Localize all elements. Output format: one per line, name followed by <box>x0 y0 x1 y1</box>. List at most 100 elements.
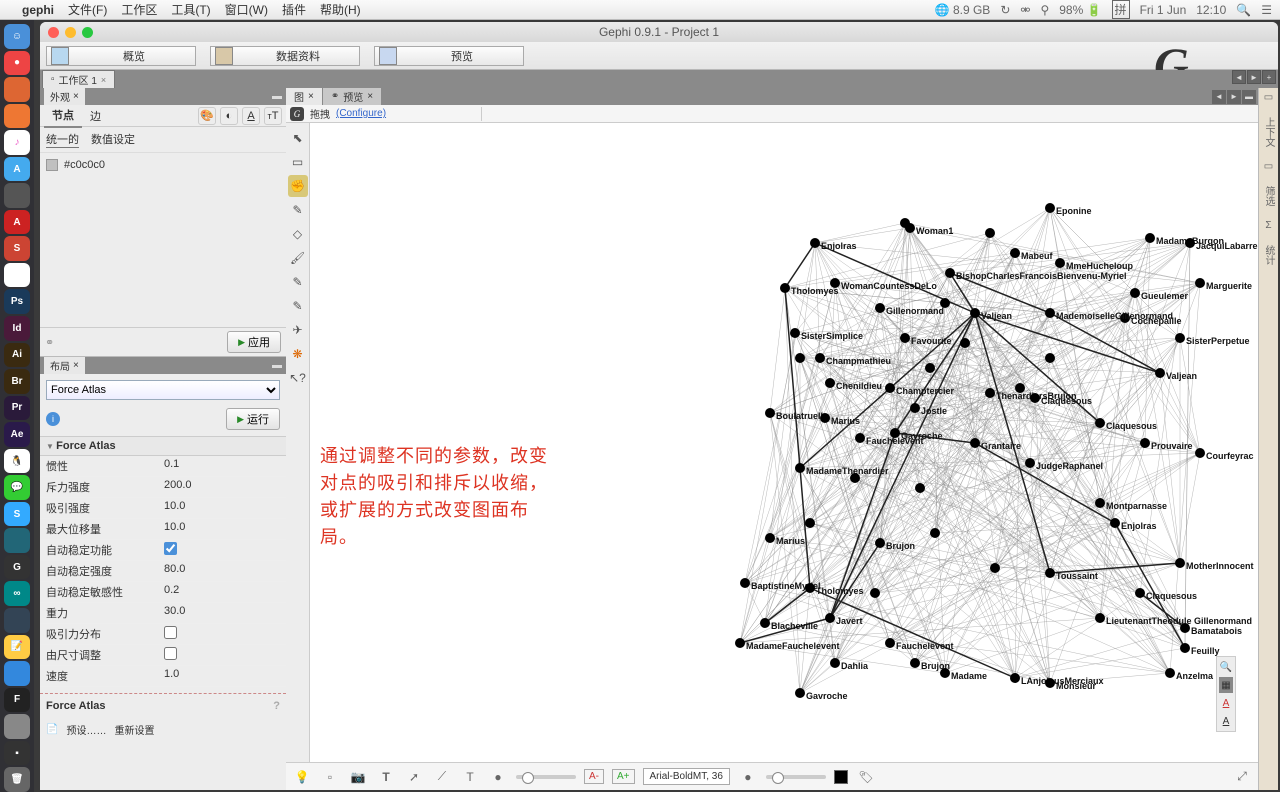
graph-node[interactable] <box>1165 668 1175 678</box>
ranking-tab[interactable]: 数值设定 <box>91 131 135 148</box>
dock-app4[interactable] <box>4 263 30 288</box>
graph-node[interactable] <box>830 658 840 668</box>
graph-node[interactable] <box>890 428 900 438</box>
graph-node[interactable] <box>795 353 805 363</box>
bg-icon[interactable]: ▫ <box>320 767 340 787</box>
graph-node[interactable] <box>985 388 995 398</box>
dock-wechat[interactable]: 💬 <box>4 475 30 500</box>
dock-app8[interactable] <box>4 714 30 739</box>
dock-skype[interactable]: S <box>4 502 30 527</box>
graph-node[interactable] <box>870 588 880 598</box>
unique-tab[interactable]: 统一的 <box>46 131 79 148</box>
graph-node[interactable] <box>875 303 885 313</box>
expand-icon[interactable]: ⤢ <box>1232 767 1252 787</box>
graph-node[interactable] <box>910 403 920 413</box>
graph-node[interactable] <box>1175 333 1185 343</box>
diamond-tool[interactable]: ◇ <box>288 223 308 245</box>
graph-node[interactable] <box>1030 393 1040 403</box>
graph-node[interactable] <box>875 538 885 548</box>
filter2-icon[interactable]: 筛选 <box>1261 186 1276 206</box>
dock-chrome[interactable]: ● <box>4 51 30 76</box>
graph-node[interactable] <box>1045 203 1055 213</box>
graph-node[interactable] <box>930 528 940 538</box>
dock-photoshop[interactable]: Ps <box>4 289 30 314</box>
appearance-nodes-tab[interactable]: 节点 <box>44 104 82 128</box>
menu-file[interactable]: 文件(F) <box>68 1 107 18</box>
graph-node[interactable] <box>1145 233 1155 243</box>
graph-node[interactable] <box>740 578 750 588</box>
dock-app7[interactable] <box>4 661 30 686</box>
zoom-tool[interactable]: 🔍 <box>1219 659 1233 675</box>
label-color-icon[interactable]: A <box>242 107 260 125</box>
graph-node[interactable] <box>820 413 830 423</box>
brush-tool[interactable]: 🖌 <box>288 247 308 269</box>
dock-app6[interactable] <box>4 608 30 633</box>
label-t-icon[interactable]: T <box>460 767 480 787</box>
dock-sketch[interactable]: S <box>4 236 30 261</box>
graph-node[interactable] <box>1110 518 1120 528</box>
graph-node[interactable] <box>985 228 995 238</box>
graph-node[interactable] <box>810 238 820 248</box>
dock-itunes[interactable]: ♪ <box>4 130 30 155</box>
reset-tool[interactable]: ▦ <box>1219 677 1233 693</box>
panel-ctrl[interactable]: ► <box>1227 90 1241 104</box>
rect-select-tool[interactable]: ▭ <box>288 151 308 173</box>
tab-overview[interactable]: 概览 <box>46 46 196 66</box>
dock-app1[interactable] <box>4 77 30 102</box>
graph-node[interactable] <box>1015 383 1025 393</box>
edge-pencil-tool[interactable]: ✎ <box>288 271 308 293</box>
dock-app3[interactable] <box>4 183 30 208</box>
graph-node[interactable] <box>910 658 920 668</box>
panel-ctrl[interactable]: ◄ <box>1212 90 1226 104</box>
notifications-icon[interactable]: ☰ <box>1261 3 1272 17</box>
info-icon[interactable]: i <box>46 412 60 426</box>
graph-node[interactable] <box>990 563 1000 573</box>
graph-node[interactable] <box>1095 613 1105 623</box>
heatmap-tool[interactable]: ❋ <box>288 343 308 365</box>
graph-node[interactable] <box>1175 558 1185 568</box>
layout-prop[interactable]: 自动稳定功能 <box>40 540 286 561</box>
graph-node[interactable] <box>1095 418 1105 428</box>
graph-node[interactable] <box>795 463 805 473</box>
label-a2-tool[interactable]: A <box>1219 713 1233 729</box>
font-increase[interactable]: A+ <box>612 769 635 784</box>
size-icon[interactable]: ◐ <box>220 107 238 125</box>
dock-qq[interactable]: 🐧 <box>4 449 30 474</box>
graph-node[interactable] <box>1010 673 1020 683</box>
dock-acrobat[interactable]: A <box>4 210 30 235</box>
color-row[interactable]: #c0c0c0 <box>40 153 286 177</box>
graph-node[interactable] <box>940 668 950 678</box>
preset-label[interactable]: 预设…… <box>66 722 106 737</box>
graph-node[interactable] <box>850 473 860 483</box>
graph-node[interactable] <box>885 383 895 393</box>
graph-node[interactable] <box>825 613 835 623</box>
link-icon[interactable]: ⚭ <box>45 336 54 349</box>
run-button[interactable]: ▶运行 <box>226 408 280 430</box>
graph-node[interactable] <box>855 433 865 443</box>
graph-node[interactable] <box>1180 643 1190 653</box>
graph-node[interactable] <box>940 298 950 308</box>
graph-node[interactable] <box>885 638 895 648</box>
select-tool[interactable]: ⬉ <box>288 127 308 149</box>
graph-node[interactable] <box>960 338 970 348</box>
tab-datalab[interactable]: 数据资料 <box>210 46 360 66</box>
label-a-tool[interactable]: A <box>1219 695 1233 711</box>
cursor-tool[interactable]: ↖? <box>288 367 308 389</box>
menu-window[interactable]: 窗口(W) <box>225 1 268 18</box>
graph-node[interactable] <box>780 283 790 293</box>
layout-prop[interactable]: 自动稳定敏感性0.2 <box>40 582 286 603</box>
graph-node[interactable] <box>900 218 910 228</box>
menu-plugins[interactable]: 插件 <box>282 1 306 18</box>
dock-bridge[interactable]: Br <box>4 369 30 394</box>
dot2-icon[interactable]: ● <box>738 767 758 787</box>
graph-node[interactable] <box>1095 498 1105 508</box>
screenshot-icon[interactable]: 📷 <box>348 767 368 787</box>
layout-prop[interactable]: 吸引力分布 <box>40 624 286 645</box>
dock-illustrator[interactable]: Ai <box>4 343 30 368</box>
dock-app5[interactable] <box>4 528 30 553</box>
layout-prop[interactable]: 最大位移量10.0 <box>40 519 286 540</box>
label-color-swatch[interactable] <box>834 770 848 784</box>
graph-node[interactable] <box>1010 248 1020 258</box>
graph-node[interactable] <box>1130 288 1140 298</box>
layout-section[interactable]: Force Atlas <box>40 436 286 456</box>
